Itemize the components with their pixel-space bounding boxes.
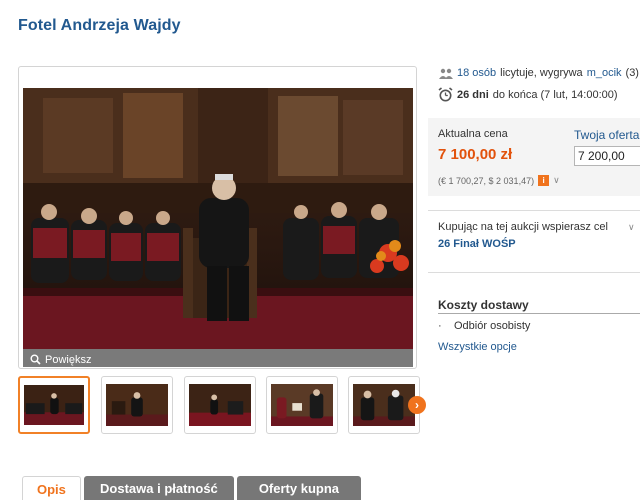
main-image-frame[interactable]: Powiększ bbox=[18, 66, 417, 369]
thumbnail-image bbox=[353, 384, 415, 426]
days-left: 26 dni bbox=[457, 88, 489, 101]
bidders-row: 18 osób licytuje, wygrywa m_ocik (3) bbox=[439, 67, 639, 79]
main-photo[interactable] bbox=[23, 88, 413, 349]
magnifier-icon bbox=[30, 354, 41, 365]
thumbnail-image bbox=[271, 384, 333, 426]
zoom-label: Powiększ bbox=[45, 353, 92, 366]
people-icon bbox=[439, 68, 453, 79]
thumbnail-2[interactable] bbox=[101, 376, 173, 434]
price-panel: Aktualna cena 7 100,00 zł Twoja oferta (… bbox=[428, 118, 640, 196]
your-offer-label: Twoja oferta bbox=[574, 128, 640, 142]
bullet-icon: · bbox=[438, 320, 442, 332]
shipping-option-label: Odbiór osobisty bbox=[454, 320, 531, 332]
tab-bar: Opis Dostawa i płatność Oferty kupna bbox=[22, 476, 361, 500]
thumbnail-next-button[interactable]: › bbox=[408, 396, 426, 414]
info-badge-icon[interactable]: i bbox=[538, 175, 550, 186]
thumbnail-3[interactable] bbox=[184, 376, 256, 434]
thumbnail-image bbox=[106, 384, 168, 426]
shipping-title: Koszty dostawy bbox=[438, 298, 529, 312]
tab-delivery-payment[interactable]: Dostawa i płatność bbox=[83, 476, 234, 500]
divider bbox=[428, 210, 640, 211]
leader-link[interactable]: m_ocik bbox=[587, 67, 622, 79]
bidders-count-link[interactable]: 18 osób bbox=[457, 67, 496, 79]
thumbnail-image bbox=[24, 385, 84, 425]
chevron-down-icon[interactable]: ∨ bbox=[628, 222, 635, 233]
divider bbox=[428, 272, 640, 273]
shipping-option: · Odbiór osobisty bbox=[438, 320, 530, 332]
all-options-link[interactable]: Wszystkie opcje bbox=[438, 341, 517, 353]
converted-price: (€ 1 700,27, $ 2 031,47) bbox=[438, 175, 535, 186]
current-price-label: Aktualna cena bbox=[438, 128, 508, 140]
thumbnail-1[interactable] bbox=[18, 376, 90, 434]
charity-link[interactable]: 26 Finał WOŚP bbox=[438, 238, 640, 250]
leader-score: (3) bbox=[625, 67, 639, 79]
alarm-clock-icon bbox=[438, 87, 453, 102]
charity-text: Kupując na tej aukcji wspierasz cel bbox=[438, 221, 608, 233]
tab-purchase-offers[interactable]: Oferty kupna bbox=[236, 476, 361, 500]
zoom-button[interactable]: Powiększ bbox=[23, 349, 413, 367]
divider bbox=[438, 313, 640, 314]
bidders-text: licytuje, wygrywa bbox=[500, 67, 583, 79]
converted-price-row: (€ 1 700,27, $ 2 031,47) i ∨ bbox=[438, 175, 560, 186]
ending-row: 26 dni do końca (7 lut, 14:00:00) bbox=[438, 87, 618, 102]
charity-section[interactable]: Kupując na tej aukcji wspierasz cel ∨ 26… bbox=[438, 221, 640, 250]
chevron-down-icon[interactable]: ∨ bbox=[553, 175, 560, 186]
current-price: 7 100,00 zł bbox=[438, 146, 513, 163]
thumbnail-4[interactable] bbox=[266, 376, 338, 434]
item-title: Fotel Andrzeja Wajdy bbox=[18, 17, 181, 34]
ending-text: do końca (7 lut, 14:00:00) bbox=[492, 88, 618, 101]
thumbnail-strip: › bbox=[18, 376, 428, 434]
offer-input[interactable] bbox=[574, 146, 640, 166]
thumbnail-image bbox=[189, 384, 251, 426]
tab-description[interactable]: Opis bbox=[22, 476, 81, 500]
